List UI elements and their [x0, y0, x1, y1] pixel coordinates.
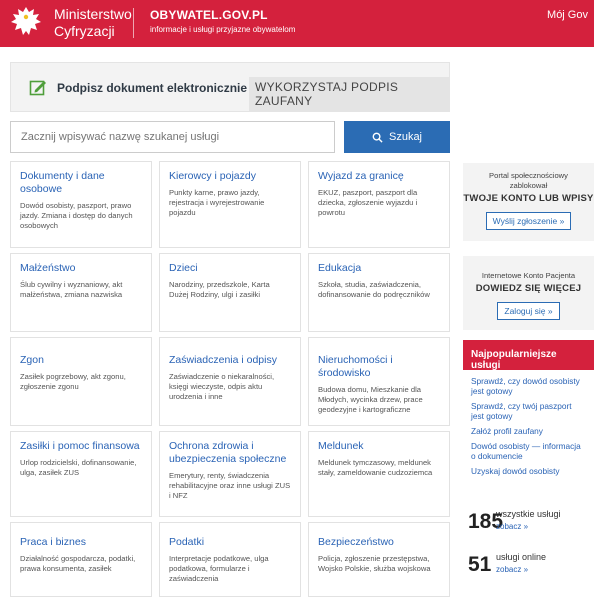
category-description: Urlop rodzicielski, dofinansowanie, ulga…: [20, 458, 137, 477]
search-button[interactable]: Szukaj: [344, 121, 450, 153]
search-icon: [372, 132, 383, 143]
popular-service-link[interactable]: Uzyskaj dowód osobisty: [471, 466, 586, 476]
category-description: Narodziny, przedszkole, Karta Dużej Rodz…: [169, 280, 270, 299]
category-title[interactable]: Małżeństwo: [20, 262, 142, 275]
category-title[interactable]: Nieruchomości i środowisko: [318, 354, 440, 380]
patient-account-text: Internetowe Konto Pacjenta: [481, 271, 576, 280]
popular-services-header: Najpopularniejsze usługi: [463, 340, 594, 371]
category-title[interactable]: Zgon: [20, 354, 142, 367]
category-card-marriage[interactable]: Małżeństwo Ślub cywilny i wyznaniowy, ak…: [10, 253, 152, 332]
category-card-children[interactable]: Dzieci Narodziny, przedszkole, Karta Duż…: [159, 253, 301, 332]
category-title[interactable]: Podatki: [169, 536, 291, 549]
category-card-documents[interactable]: Dokumenty i dane osobowe Dowód osobisty,…: [10, 161, 152, 248]
category-title[interactable]: Wyjazd za granicę: [318, 170, 440, 183]
category-description: Punkty karne, prawo jazdy, rejestracja i…: [169, 188, 265, 217]
service-category-grid: Dokumenty i dane osobowe Dowód osobisty,…: [10, 161, 450, 597]
category-description: Emerytury, renty, świadczenia rehabilita…: [169, 471, 291, 500]
patient-account-box: Internetowe Konto Pacjenta DOWIEDZ SIĘ W…: [463, 256, 594, 330]
online-services-link[interactable]: zobacz »: [496, 565, 528, 574]
category-title[interactable]: Praca i biznes: [20, 536, 142, 549]
send-report-button[interactable]: Wyślij zgłoszenie »: [485, 212, 572, 230]
category-description: Dowód osobisty, paszport, prawo jazdy. Z…: [20, 201, 133, 230]
category-card-certificates[interactable]: Zaświadczenia i odpisy Zaświadczenie o n…: [159, 337, 301, 426]
category-description: Interpretacje podatkowe, ulga podatkowa,…: [169, 554, 269, 583]
category-title[interactable]: Kierowcy i pojazdy: [169, 170, 291, 183]
category-description: Ślub cywilny i wyznaniowy, akt małżeństw…: [20, 280, 123, 299]
category-card-travel[interactable]: Wyjazd za granicę EKUZ, paszport, paszpo…: [308, 161, 450, 248]
category-description: Budowa domu, Mieszkanie dla Młodych, wyc…: [318, 385, 423, 414]
edit-document-icon: [29, 80, 46, 96]
category-title[interactable]: Zaświadczenia i odpisy: [169, 354, 291, 367]
category-card-real-estate[interactable]: Nieruchomości i środowisko Budowa domu, …: [308, 337, 450, 426]
header-divider: [133, 8, 134, 38]
social-portal-text: Portal społecznościowy zablokował: [489, 171, 568, 190]
category-title[interactable]: Dokumenty i dane osobowe: [20, 170, 142, 196]
all-services-stat: 185 wszystkie usługi zobacz »: [468, 508, 594, 534]
category-card-benefits[interactable]: Zasiłki i pomoc finansowa Urlop rodzicie…: [10, 431, 152, 517]
category-card-drivers[interactable]: Kierowcy i pojazdy Punkty karne, prawo j…: [159, 161, 301, 248]
social-portal-box: Portal społecznościowy zablokował TWOJE …: [463, 163, 594, 241]
category-title[interactable]: Edukacja: [318, 262, 440, 275]
all-services-label: wszystkie usługi: [496, 509, 561, 519]
ministry-name[interactable]: Ministerstwo Cyfryzacji: [54, 6, 132, 40]
category-description: Zaświadczenie o niekaralności, księgi wi…: [169, 372, 275, 401]
popular-service-link[interactable]: Załóż profil zaufany: [471, 426, 586, 436]
category-title[interactable]: Ochrona zdrowia i ubezpieczenia społeczn…: [169, 440, 291, 466]
category-card-education[interactable]: Edukacja Szkoła, studia, zaświadczenia, …: [308, 253, 450, 332]
site-title[interactable]: OBYWATEL.GOV.PL: [150, 8, 268, 22]
service-search-input[interactable]: [10, 121, 335, 153]
category-title[interactable]: Bezpieczeństwo: [318, 536, 440, 549]
category-title[interactable]: Dzieci: [169, 262, 291, 275]
online-services-stat: 51 usługi online zobacz »: [468, 551, 594, 577]
category-card-health[interactable]: Ochrona zdrowia i ubezpieczenia społeczn…: [159, 431, 301, 517]
online-services-count: 51: [468, 553, 492, 576]
category-description: Działalność gospodarcza, podatki, prawa …: [20, 554, 136, 573]
category-card-residence[interactable]: Meldunek Meldunek tymczasowy, meldunek s…: [308, 431, 450, 517]
popular-services-list: Sprawdź, czy dowód osobisty jest gotowy …: [463, 370, 594, 487]
category-description: Szkoła, studia, zaświadczenia, dofinanso…: [318, 280, 430, 299]
sign-document-link[interactable]: Podpisz dokument elektronicznie »: [57, 81, 257, 95]
site-subtitle: informacje i usługi przyjazne obywatelom: [150, 25, 296, 34]
polish-eagle-emblem-icon[interactable]: [6, 3, 46, 43]
trusted-profile-button[interactable]: WYKORZYSTAJ PODPIS ZAUFANY: [249, 77, 449, 111]
social-portal-heading: TWOJE KONTO LUB WPISY: [463, 193, 594, 204]
online-services-label: usługi online: [496, 552, 547, 562]
popular-service-link[interactable]: Sprawdź, czy twój paszport jest gotowy: [471, 401, 586, 421]
category-description: Zasiłek pogrzebowy, akt zgonu, zgłoszeni…: [20, 372, 126, 391]
category-card-death[interactable]: Zgon Zasiłek pogrzebowy, akt zgonu, zgło…: [10, 337, 152, 426]
category-card-security[interactable]: Bezpieczeństwo Policja, zgłoszenie przes…: [308, 522, 450, 597]
my-gov-link[interactable]: Mój Gov: [547, 9, 588, 21]
category-card-work[interactable]: Praca i biznes Działalność gospodarcza, …: [10, 522, 152, 597]
login-button[interactable]: Zaloguj się »: [497, 302, 560, 320]
popular-service-link[interactable]: Sprawdź, czy dowód osobisty jest gotowy: [471, 376, 586, 396]
sign-document-banner: Podpisz dokument elektronicznie » WYKORZ…: [10, 62, 450, 112]
category-title[interactable]: Meldunek: [318, 440, 440, 453]
category-description: EKUZ, paszport, paszport dla dziecka, zg…: [318, 188, 418, 217]
category-card-taxes[interactable]: Podatki Interpretacje podatkowe, ulga po…: [159, 522, 301, 597]
search-button-label: Szukaj: [388, 131, 423, 143]
category-description: Meldunek tymczasowy, meldunek stały, zam…: [318, 458, 433, 477]
patient-account-heading: DOWIEDZ SIĘ WIĘCEJ: [475, 283, 582, 294]
popular-service-link[interactable]: Dowód osobisty — informacja o dokumencie: [471, 441, 586, 461]
category-description: Policja, zgłoszenie przestępstwa, Wojsko…: [318, 554, 431, 573]
category-title[interactable]: Zasiłki i pomoc finansowa: [20, 440, 142, 453]
top-bar: Ministerstwo Cyfryzacji OBYWATEL.GOV.PL …: [0, 0, 594, 47]
all-services-link[interactable]: zobacz »: [496, 522, 528, 531]
